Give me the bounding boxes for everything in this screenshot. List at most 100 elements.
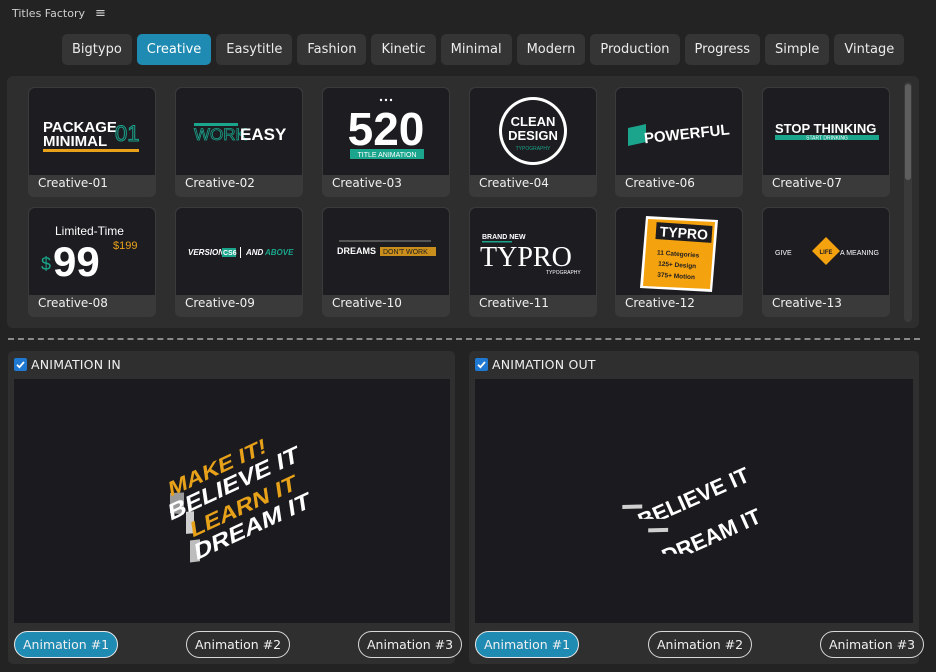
tab-minimal[interactable]: Minimal [440,34,512,65]
animation-in-option-3-button[interactable]: Animation #3 [358,631,463,658]
animation-in-option-1-button[interactable]: Animation #1 [14,631,119,658]
template-thumbnail: TYPRO 11 Categories 125+ Design 375+ Mot… [616,208,742,295]
tab-simple[interactable]: Simple [765,34,830,65]
art-text: 520 [348,103,425,155]
template-label: Creative-08 [38,296,108,310]
art-text: DON'T WORK [383,249,428,256]
template-thumbnail: STOP THINKING START DRINKING [763,88,889,175]
tab-creative[interactable]: Creative [136,34,212,65]
template-label: Creative-02 [185,176,255,190]
template-label: Creative-04 [479,176,549,190]
template-label: Creative-06 [625,176,695,190]
art-text: $199 [113,240,137,252]
animation-out-header: ANIMATION OUT [475,357,596,372]
section-divider [8,338,920,340]
tab-progress[interactable]: Progress [684,34,761,65]
template-card-creative-01[interactable]: PACKAGE MINIMAL 01 Creative-01 [28,87,156,197]
animation-in-option-2-button[interactable]: Animation #2 [186,631,291,658]
art-text: MINIMAL [43,133,107,150]
template-label: Creative-12 [625,296,695,310]
tab-bigtypo[interactable]: Bigtypo [62,34,132,65]
animation-out-panel: ANIMATION OUT BELIEVE IT DREAM IT Animat… [469,351,925,664]
art-text: LIFE [820,250,833,256]
art-text: GIVE [775,250,792,257]
template-card-creative-03[interactable]: 520 TITLE ANIMATION Creative-03 [322,87,450,197]
checkmark-icon [16,361,25,369]
art-text: $ [41,254,51,274]
category-tabs: Bigtypo Creative Easytitle Fashion Kinet… [62,34,905,66]
art-text: TYPOGRAPHY [546,270,581,276]
hamburger-menu-icon[interactable]: ≡ [95,6,106,21]
tab-easytitle[interactable]: Easytitle [216,34,293,65]
tab-vintage[interactable]: Vintage [834,34,905,65]
template-card-creative-09[interactable]: VERSION CS6 AND ABOVE Creative-09 [175,207,303,317]
template-card-creative-07[interactable]: STOP THINKING START DRINKING Creative-07 [762,87,890,197]
gallery-scrollbar[interactable] [904,82,912,322]
animation-in-label: ANIMATION IN [31,357,121,372]
art-text: START DRINKING [806,136,848,142]
tab-kinetic[interactable]: Kinetic [371,34,436,65]
template-label: Creative-10 [332,296,402,310]
animation-in-preview: MAKE IT! BELIEVE IT LEARN IT DREAM IT [14,379,450,623]
template-card-creative-12[interactable]: TYPRO 11 Categories 125+ Design 375+ Mot… [615,207,743,317]
art-text: DREAMS [337,246,376,256]
template-card-creative-10[interactable]: DREAMS DON'T WORK Creative-10 [322,207,450,317]
art-text: 01 [115,121,139,146]
template-label: Creative-03 [332,176,402,190]
art-text: STOP THINKING [775,121,876,136]
template-thumbnail: BRAND NEW TYPRO TYPOGRAPHY [470,208,596,295]
animation-in-header: ANIMATION IN [14,357,121,372]
art-text: ABOVE [264,248,294,257]
app-title: Titles Factory [12,6,85,20]
animation-out-preview: BELIEVE IT DREAM IT [475,379,913,623]
art-text: TYPRO [659,223,708,242]
tab-modern[interactable]: Modern [516,34,586,65]
template-label: Creative-07 [772,176,842,190]
template-label: Creative-09 [185,296,255,310]
template-thumbnail: GIVE LIFE A MEANING [763,208,889,295]
art-text: TYPRO [480,242,572,273]
template-card-creative-02[interactable]: WORK EASY Creative-02 [175,87,303,197]
template-thumbnail: POWERFUL [616,88,742,175]
animation-out-option-2-button[interactable]: Animation #2 [648,631,753,658]
template-thumbnail: 520 TITLE ANIMATION [323,88,449,175]
art-text: TYPOGRAPHY [516,146,551,152]
animation-in-panel: ANIMATION IN MAKE IT! BELIEVE IT LEARN I… [8,351,463,664]
template-label: Creative-11 [479,296,549,310]
art-text: Limited-Time [55,224,124,238]
template-gallery: PACKAGE MINIMAL 01 Creative-01 WORK EASY… [7,76,919,328]
gallery-scrollbar-thumb[interactable] [905,84,911,180]
template-thumbnail: DREAMS DON'T WORK [323,208,449,295]
tab-fashion[interactable]: Fashion [297,34,367,65]
art-text: TITLE ANIMATION [358,152,417,159]
template-card-creative-06[interactable]: POWERFUL Creative-06 [615,87,743,197]
template-card-creative-08[interactable]: Limited-Time $ 99 $199 Creative-08 [28,207,156,317]
art-text: CLEAN [511,114,556,129]
template-label: Creative-01 [38,176,108,190]
art-text: POWERFUL [643,121,730,147]
animation-out-checkbox[interactable] [475,358,488,371]
template-thumbnail: VERSION CS6 AND ABOVE [176,208,302,295]
template-thumbnail: WORK EASY [176,88,302,175]
checkmark-icon [477,361,486,369]
template-card-creative-13[interactable]: GIVE LIFE A MEANING Creative-13 [762,207,890,317]
art-text: BRAND NEW [482,234,526,241]
art-text: 99 [53,238,100,285]
art-text: AND [245,248,264,257]
tab-production[interactable]: Production [590,34,680,65]
animation-in-checkbox[interactable] [14,358,27,371]
template-thumbnail: Limited-Time $ 99 $199 [29,208,155,295]
template-thumbnail: PACKAGE MINIMAL 01 [29,88,155,175]
template-card-creative-04[interactable]: CLEAN DESIGN TYPOGRAPHY Creative-04 [469,87,597,197]
animation-out-option-3-button[interactable]: Animation #3 [820,631,925,658]
template-card-creative-11[interactable]: BRAND NEW TYPRO TYPOGRAPHY Creative-11 [469,207,597,317]
animation-out-option-1-button[interactable]: Animation #1 [475,631,580,658]
art-text: A MEANING [840,250,879,257]
art-text: VERSION [188,248,224,257]
template-thumbnail: CLEAN DESIGN TYPOGRAPHY [470,88,596,175]
art-text: EASY [240,125,287,144]
template-label: Creative-13 [772,296,842,310]
art-text: CS6 [223,250,237,257]
title-bar: Titles Factory ≡ [0,0,936,26]
animation-out-label: ANIMATION OUT [492,357,596,372]
